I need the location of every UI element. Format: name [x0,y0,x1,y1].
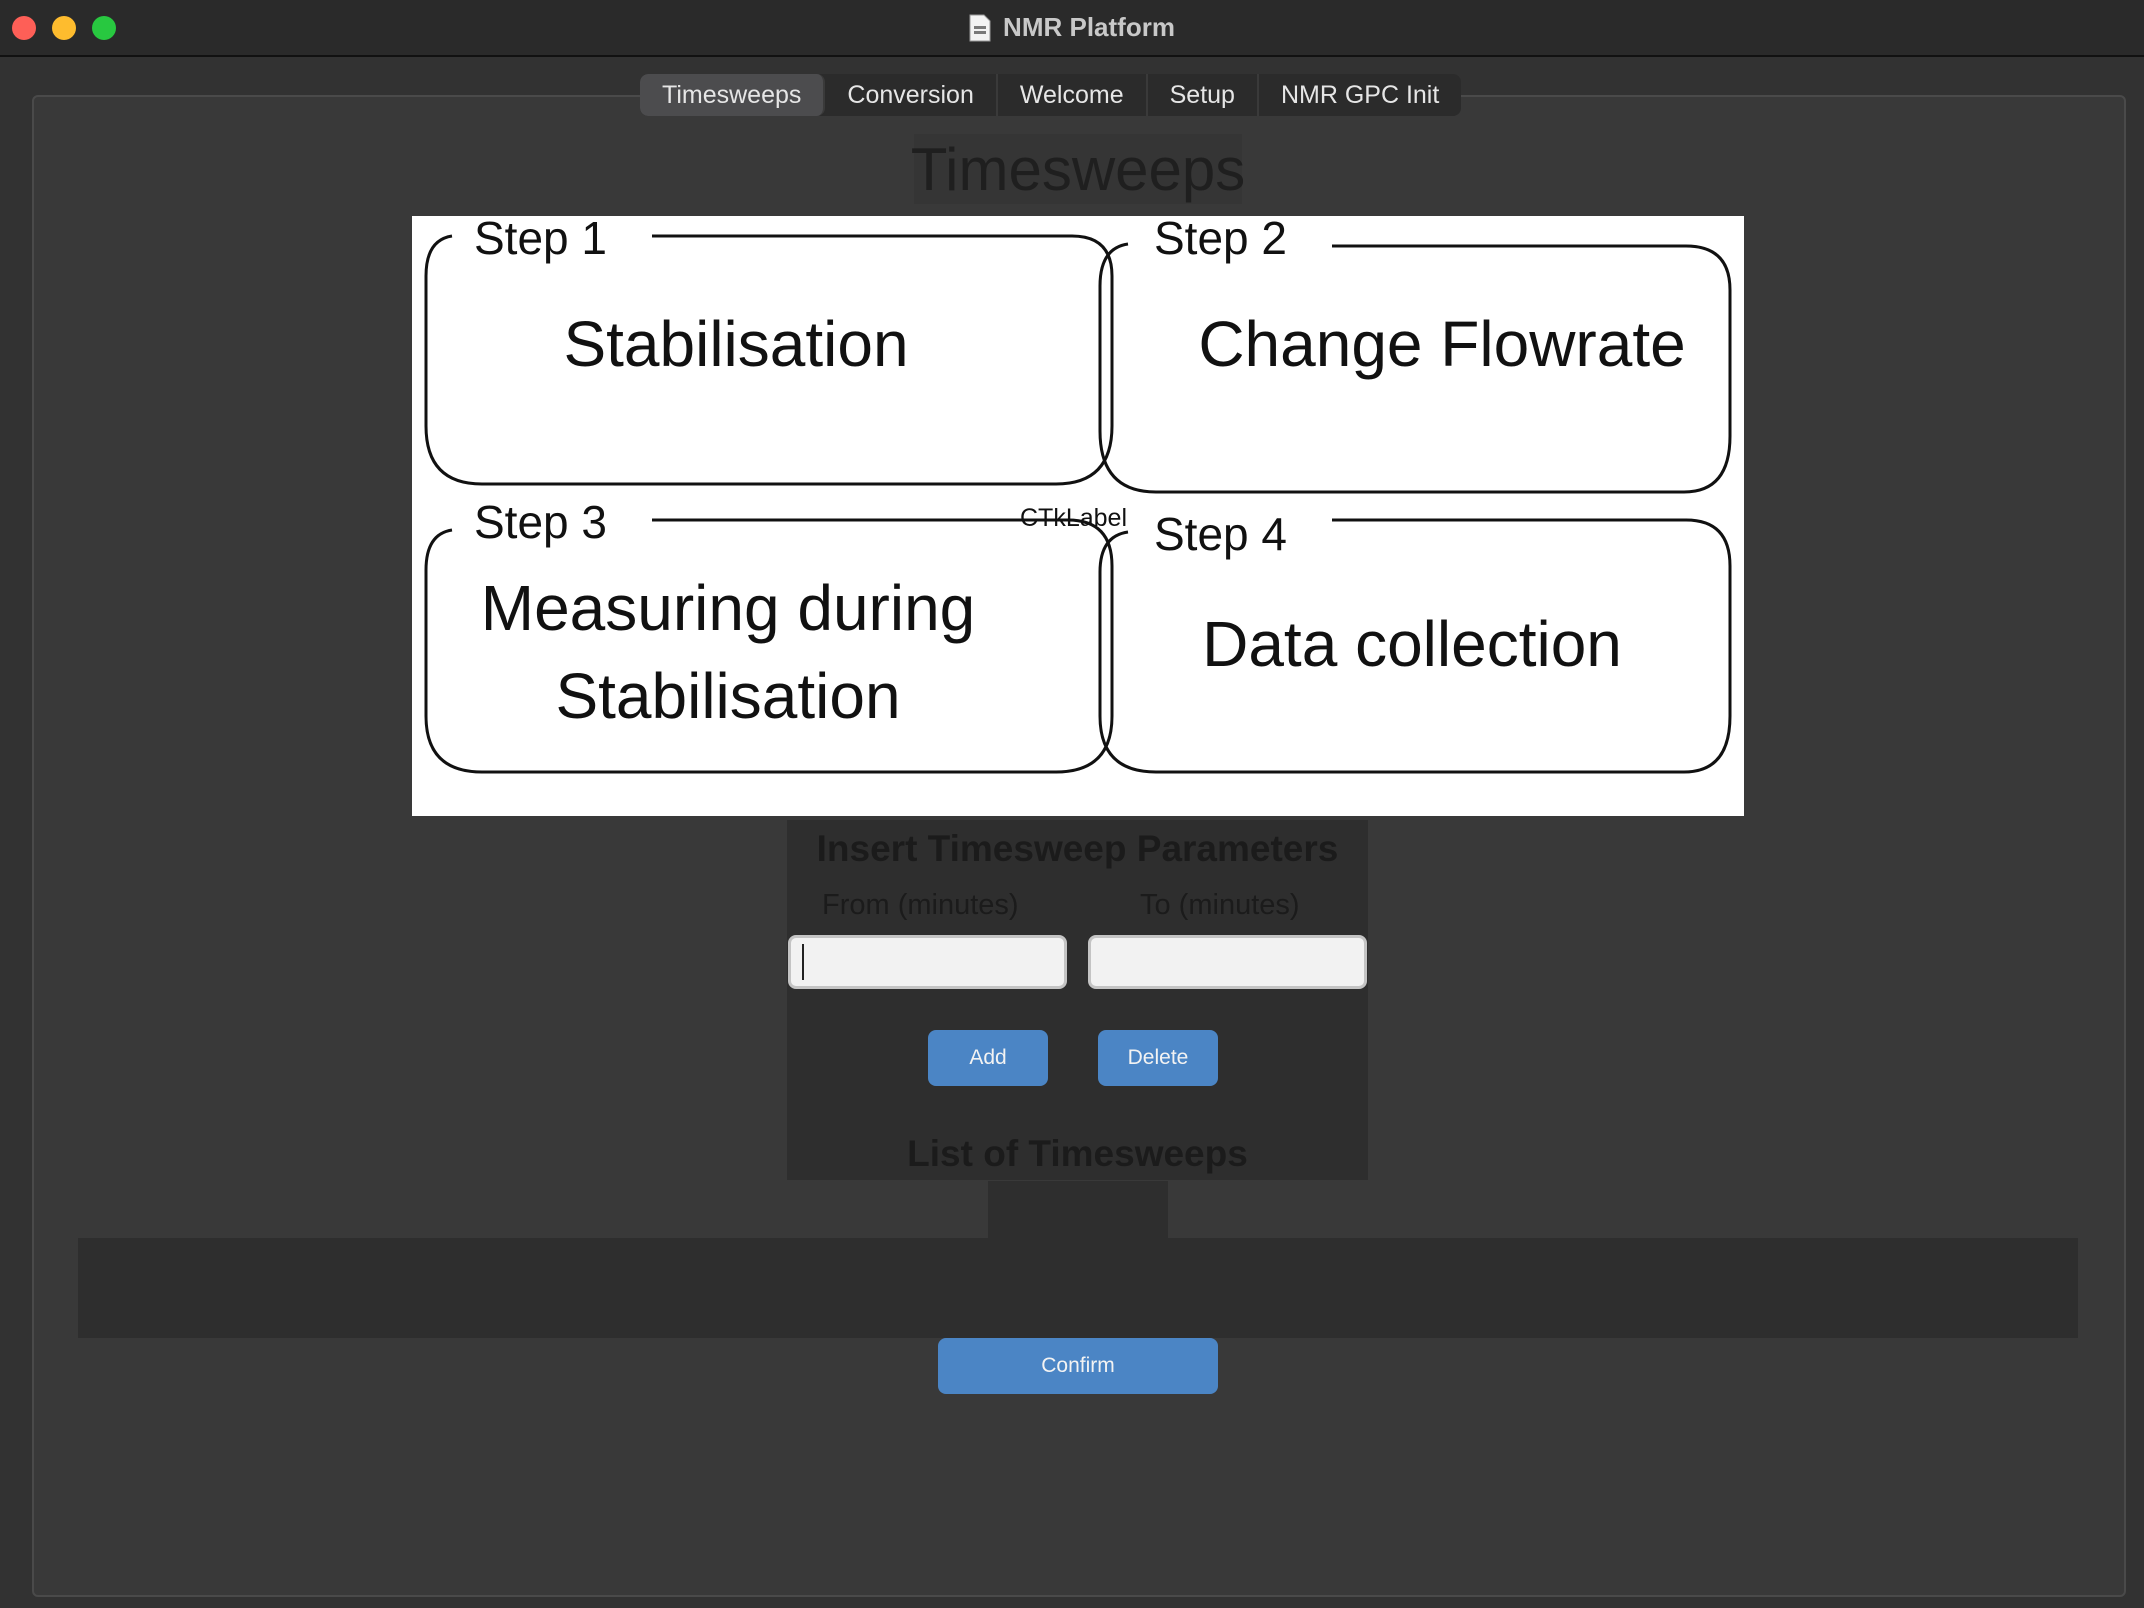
title-bar: NMR Platform [0,0,2144,57]
text-caret [802,944,804,980]
tab-welcome[interactable]: Welcome [998,74,1148,116]
tab-nmr-gpc-init[interactable]: NMR GPC Init [1259,74,1461,116]
step2-label: Step 2 [1154,216,1287,264]
list-header-stub [988,1181,1168,1239]
ctk-label: CTkLabel [1020,504,1127,532]
confirm-button[interactable]: Confirm [938,1338,1218,1394]
step2-name: Change Flowrate [1198,308,1685,380]
step4-name: Data collection [1202,608,1622,680]
step1-label: Step 1 [474,216,607,264]
step4-label: Step 4 [1154,508,1287,560]
add-button[interactable]: Add [928,1030,1048,1086]
step3-name-line1: Measuring during [481,572,976,644]
step3-name-line2: Stabilisation [555,660,900,732]
tab-setup[interactable]: Setup [1148,74,1259,116]
step3-label: Step 3 [474,496,607,548]
from-label: From (minutes) [822,889,1019,921]
parameters-panel [787,820,1368,1180]
step1-name: Stabilisation [563,308,908,380]
window-title: NMR Platform [1003,12,1175,42]
tab-bar: Timesweeps Conversion Welcome Setup NMR … [640,74,1462,116]
page-title: Timesweeps [910,135,1246,203]
to-minutes-input[interactable] [1088,935,1367,989]
delete-button[interactable]: Delete [1098,1030,1218,1086]
step3-box [424,518,1114,774]
document-icon [969,14,991,41]
tab-timesweeps[interactable]: Timesweeps [640,74,826,116]
from-minutes-input[interactable] [788,935,1067,989]
list-title: List of Timesweeps [907,1133,1248,1174]
parameters-title: Insert Timesweep Parameters [816,828,1339,869]
to-label: To (minutes) [1140,889,1300,921]
tab-conversion[interactable]: Conversion [825,74,998,116]
timesweeps-list[interactable] [78,1238,2078,1338]
